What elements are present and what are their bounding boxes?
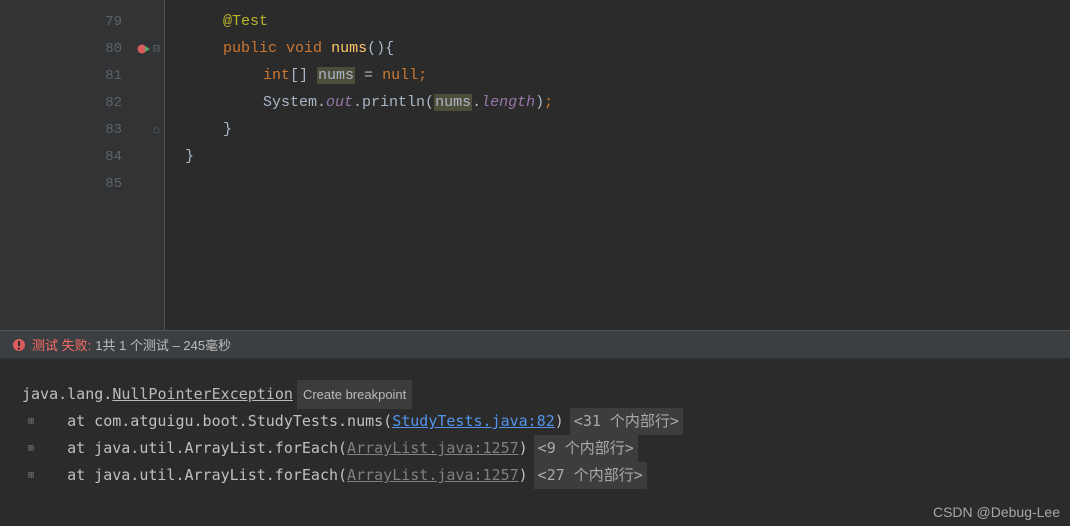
gutter-row[interactable]: 79 (0, 8, 164, 35)
create-breakpoint-button[interactable]: Create breakpoint (297, 380, 412, 409)
method-name: nums (331, 40, 367, 57)
expand-icon[interactable]: ⊞ (22, 462, 40, 489)
hidden-frames-badge[interactable]: <31 个内部行> (570, 408, 683, 435)
line-number: 85 (105, 176, 122, 192)
code-line (185, 170, 1070, 197)
code-line: System.out.println(nums.length); (185, 89, 1070, 116)
hidden-frames-badge[interactable]: <27 个内部行> (534, 462, 647, 489)
gutter-row[interactable]: 83 ⌂ (0, 116, 164, 143)
line-number: 83 (105, 122, 122, 138)
gutter: 79 80 ⊟ 81 82 83 ⌂ 84 (0, 0, 165, 330)
gutter-row[interactable]: 81 (0, 62, 164, 89)
watermark: CSDN @Debug-Lee (933, 504, 1060, 520)
test-fail-label: 测试 失败: (32, 335, 91, 354)
code-area[interactable]: @Test public void nums(){ int[] nums = n… (165, 0, 1070, 330)
exception-link[interactable]: NullPointerException (112, 381, 293, 408)
keyword: public (223, 40, 277, 57)
line-number: 80 (105, 41, 122, 57)
type-keyword: int (263, 67, 290, 84)
gutter-row[interactable]: 82 (0, 89, 164, 116)
expand-icon[interactable]: ⊞ (22, 408, 40, 435)
code-line: @Test (185, 8, 1070, 35)
test-summary: 1共 1 个测试 – 245毫秒 (95, 335, 231, 354)
gutter-row[interactable]: 85 (0, 170, 164, 197)
console-header: 测试 失败: 1共 1 个测试 – 245毫秒 (0, 331, 1070, 359)
static-field: out (326, 94, 353, 111)
stack-frame: ⊞ at java.util.ArrayList.forEach(ArrayLi… (22, 462, 1060, 489)
line-number: 84 (105, 149, 122, 165)
source-link[interactable]: ArrayList.java:1257 (347, 462, 519, 489)
fold-end-icon[interactable]: ⌂ (153, 123, 160, 137)
console-output[interactable]: java.lang.NullPointerException Create br… (0, 359, 1070, 499)
breakpoint-run-icon[interactable] (137, 42, 151, 56)
gutter-row[interactable]: 80 ⊟ (0, 35, 164, 62)
fold-minus-icon[interactable]: ⊟ (153, 41, 160, 56)
annotation: @Test (223, 13, 268, 30)
code-line: public void nums(){ (185, 35, 1070, 62)
exception-line: java.lang.NullPointerException Create br… (22, 381, 1060, 408)
variable-highlight: nums (317, 67, 355, 84)
line-number: 79 (105, 14, 122, 30)
console-panel: 测试 失败: 1共 1 个测试 – 245毫秒 java.lang.NullPo… (0, 330, 1070, 526)
stack-frame: ⊞ at java.util.ArrayList.forEach(ArrayLi… (22, 435, 1060, 462)
editor-area: 79 80 ⊟ 81 82 83 ⌂ 84 (0, 0, 1070, 330)
expand-icon[interactable]: ⊞ (22, 435, 40, 462)
code-line: } (185, 116, 1070, 143)
code-line: } (185, 143, 1070, 170)
test-fail-icon (12, 338, 26, 352)
source-link[interactable]: StudyTests.java:82 (392, 408, 555, 435)
field-access: length (481, 94, 535, 111)
code-line: int[] nums = null; (185, 62, 1070, 89)
source-link[interactable]: ArrayList.java:1257 (347, 435, 519, 462)
keyword: void (286, 40, 322, 57)
line-number: 81 (105, 68, 122, 84)
paren: (){ (367, 40, 394, 57)
line-number: 82 (105, 95, 122, 111)
variable-highlight: nums (434, 94, 472, 111)
null-keyword: null (382, 67, 418, 84)
hidden-frames-badge[interactable]: <9 个内部行> (534, 435, 638, 462)
gutter-row[interactable]: 84 (0, 143, 164, 170)
stack-frame: ⊞ at com.atguigu.boot.StudyTests.nums(St… (22, 408, 1060, 435)
